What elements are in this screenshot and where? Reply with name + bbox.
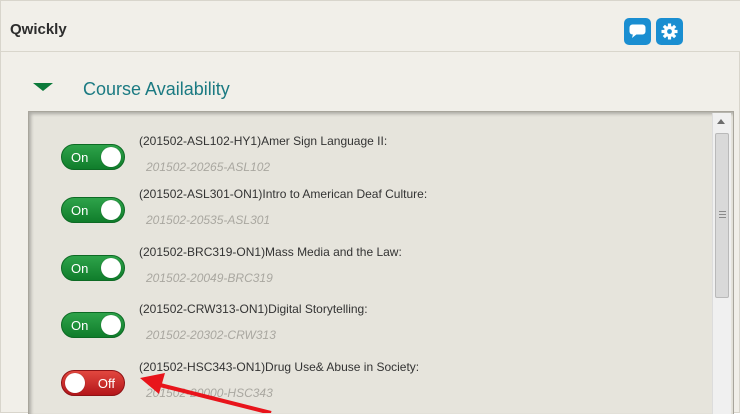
gear-icon bbox=[661, 23, 678, 40]
availability-toggle[interactable]: On bbox=[61, 197, 125, 223]
settings-button[interactable] bbox=[656, 18, 683, 45]
course-name: (201502-BRC319-ON1)Mass Media and the La… bbox=[139, 245, 402, 259]
availability-toggle[interactable]: On bbox=[61, 255, 125, 281]
course-row: On (201502-BRC319-ON1)Mass Media and the … bbox=[29, 223, 715, 285]
toggle-label: On bbox=[71, 150, 89, 165]
course-row: Off (201502-HSC343-ON1)Drug Use& Abuse in… bbox=[29, 338, 715, 400]
chat-button[interactable] bbox=[624, 18, 651, 45]
course-name: (201502-ASL301-ON1)Intro to American Dea… bbox=[139, 187, 428, 201]
course-list: On (201502-ASL102-HY1)Amer Sign Language … bbox=[28, 111, 734, 414]
qwickly-panel: Qwickly Course Availability On (201502-A… bbox=[0, 0, 740, 414]
grip-line bbox=[719, 214, 726, 215]
toggle-knob bbox=[101, 200, 121, 220]
toggle-knob bbox=[101, 315, 121, 335]
course-row: On (201502-ASL301-ON1)Intro to American D… bbox=[29, 165, 715, 227]
toggle-knob bbox=[101, 258, 121, 278]
chat-bubble-icon bbox=[629, 24, 646, 38]
toggle-label: On bbox=[71, 261, 89, 276]
course-name: (201502-ASL102-HY1)Amer Sign Language II… bbox=[139, 134, 388, 148]
grip-line bbox=[719, 211, 726, 212]
course-availability-toggle[interactable]: Course Availability bbox=[1, 63, 740, 103]
toggle-label: Off bbox=[97, 376, 115, 391]
course-row: On (201502-ASL102-HY1)Amer Sign Language … bbox=[29, 112, 715, 174]
course-name: (201502-CRW313-ON1)Digital Storytelling: bbox=[139, 302, 368, 316]
grip-line bbox=[719, 217, 726, 218]
toggle-label: On bbox=[71, 203, 89, 218]
course-row: On (201502-CRW313-ON1)Digital Storytellin… bbox=[29, 280, 715, 342]
scroll-thumb[interactable] bbox=[715, 133, 729, 298]
section-title: Course Availability bbox=[83, 79, 230, 99]
expand-triangle-icon bbox=[33, 83, 53, 91]
toggle-knob bbox=[101, 147, 121, 167]
availability-toggle[interactable]: On bbox=[61, 312, 125, 338]
scrollbar[interactable] bbox=[712, 113, 731, 414]
course-name: (201502-HSC343-ON1)Drug Use& Abuse in So… bbox=[139, 360, 420, 374]
panel-title: Qwickly bbox=[10, 21, 67, 38]
panel-header: Qwickly bbox=[1, 1, 740, 52]
toggle-knob bbox=[65, 373, 85, 393]
scroll-up-arrow-icon[interactable] bbox=[717, 119, 725, 124]
toggle-label: On bbox=[71, 318, 89, 333]
availability-toggle[interactable]: Off bbox=[61, 370, 125, 396]
course-code: 201502-20000-HSC343 bbox=[146, 386, 273, 400]
